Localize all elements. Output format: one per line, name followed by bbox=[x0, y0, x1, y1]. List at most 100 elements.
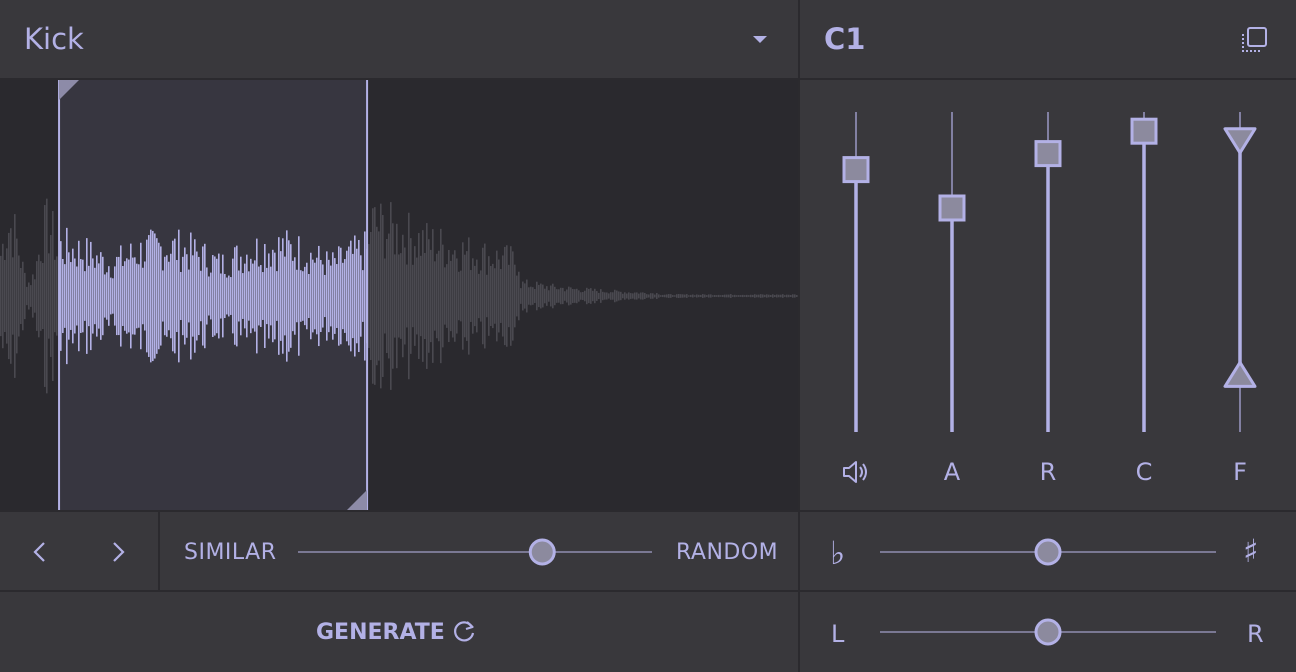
sample-select[interactable] bbox=[0, 0, 798, 78]
waveform-bar bbox=[138, 264, 140, 328]
waveform-bar bbox=[570, 287, 572, 305]
waveform-bar bbox=[320, 259, 322, 333]
filter-low-handle[interactable] bbox=[1223, 360, 1257, 388]
filter-high-handle[interactable] bbox=[1223, 127, 1257, 155]
waveform-bar bbox=[738, 295, 740, 297]
waveform-bar bbox=[606, 292, 608, 300]
slider-knob[interactable] bbox=[1034, 538, 1062, 566]
waveform-bar bbox=[340, 247, 342, 345]
chevron-right-icon bbox=[113, 542, 125, 562]
waveform-bar bbox=[586, 287, 588, 305]
slider-handle[interactable] bbox=[1034, 140, 1062, 168]
waveform-bar bbox=[656, 293, 658, 299]
waveform-bar bbox=[172, 240, 174, 352]
waveform-bar bbox=[94, 267, 96, 325]
waveform-bar bbox=[402, 234, 404, 358]
waveform-bar bbox=[612, 292, 614, 300]
slider-handle[interactable] bbox=[938, 194, 966, 222]
waveform-bar bbox=[130, 243, 132, 349]
waveform-bar bbox=[446, 264, 448, 328]
sample-name: Kick bbox=[24, 22, 84, 56]
volume-slider[interactable] bbox=[842, 112, 870, 432]
waveform-bar bbox=[608, 293, 610, 299]
waveform-bar bbox=[134, 257, 136, 335]
curve-slider[interactable] bbox=[1130, 112, 1158, 432]
slider-knob[interactable] bbox=[528, 538, 556, 566]
attack-slider[interactable] bbox=[938, 112, 966, 432]
waveform-bar bbox=[532, 287, 534, 305]
pan-right-label: R bbox=[1247, 620, 1265, 648]
waveform-bar bbox=[692, 294, 694, 298]
waveform-bar bbox=[524, 283, 526, 309]
waveform-bar bbox=[104, 274, 106, 318]
waveform-bar bbox=[780, 294, 782, 298]
waveform-bar bbox=[72, 248, 74, 344]
waveform-bar bbox=[504, 246, 506, 346]
waveform-bar bbox=[66, 227, 68, 365]
waveform-bar bbox=[400, 253, 402, 339]
generate-label: GENERATE bbox=[316, 620, 445, 645]
generate-button[interactable] bbox=[160, 594, 798, 672]
pitch-slider[interactable] bbox=[878, 536, 1218, 568]
waveform-bar bbox=[258, 266, 260, 326]
waveform-bar bbox=[278, 237, 280, 355]
waveform-bar bbox=[18, 255, 20, 337]
waveform-bar bbox=[26, 286, 28, 306]
waveform-bar bbox=[38, 254, 40, 338]
previous-button[interactable] bbox=[20, 532, 60, 572]
waveform-bar bbox=[86, 238, 88, 354]
waveform-bar bbox=[418, 233, 420, 359]
waveform-bar bbox=[124, 261, 126, 331]
slider-knob[interactable] bbox=[1034, 618, 1062, 646]
waveform-bar bbox=[508, 264, 510, 328]
waveform-bar bbox=[792, 294, 794, 298]
waveform-bar bbox=[460, 270, 462, 322]
copy-icon[interactable] bbox=[1240, 26, 1270, 54]
filter-range-slider[interactable] bbox=[1223, 112, 1257, 432]
waveform-bar bbox=[486, 274, 488, 318]
waveform-bar bbox=[240, 256, 242, 336]
waveform-bar bbox=[322, 264, 324, 328]
waveform-bar bbox=[744, 295, 746, 297]
waveform-bar bbox=[480, 270, 482, 322]
waveform-bar bbox=[572, 289, 574, 303]
waveform-bar bbox=[772, 294, 774, 298]
waveform-bar bbox=[90, 241, 92, 351]
waveform-bar bbox=[136, 263, 138, 329]
waveform-bar bbox=[782, 294, 784, 298]
waveform-bar bbox=[560, 287, 562, 305]
waveform-bar bbox=[326, 251, 328, 341]
waveform-bar bbox=[694, 295, 696, 297]
waveform-bar bbox=[84, 271, 86, 321]
next-button[interactable] bbox=[98, 532, 138, 572]
waveform-bar bbox=[686, 294, 688, 298]
waveform-bar bbox=[788, 294, 790, 298]
waveform-bar bbox=[546, 286, 548, 306]
waveform-bar bbox=[288, 240, 290, 352]
waveform-bar bbox=[48, 253, 50, 339]
waveform-bar bbox=[242, 273, 244, 319]
speaker-icon bbox=[843, 461, 867, 483]
pan-slider[interactable] bbox=[878, 616, 1218, 648]
release-slider[interactable] bbox=[1034, 112, 1062, 432]
waveform-bar bbox=[392, 223, 394, 369]
waveform-bar bbox=[658, 294, 660, 298]
slider-handle[interactable] bbox=[842, 156, 870, 184]
waveform-bar bbox=[494, 268, 496, 324]
waveform-bar bbox=[62, 258, 64, 334]
waveform-bar bbox=[536, 281, 538, 311]
waveform-bar bbox=[726, 294, 728, 298]
waveform-bar bbox=[522, 281, 524, 311]
variation-slider[interactable] bbox=[296, 536, 654, 568]
slider-handle[interactable] bbox=[1130, 117, 1158, 145]
waveform-bar bbox=[274, 252, 276, 340]
waveform-display[interactable] bbox=[0, 80, 798, 510]
waveform-bar bbox=[784, 295, 786, 297]
waveform-bar bbox=[750, 294, 752, 298]
waveform-bar bbox=[182, 256, 184, 336]
waveform-bar bbox=[362, 270, 364, 322]
waveform-bar bbox=[748, 295, 750, 297]
waveform-bar bbox=[766, 294, 768, 298]
waveform-bar bbox=[36, 261, 38, 331]
waveform-bar bbox=[630, 293, 632, 299]
